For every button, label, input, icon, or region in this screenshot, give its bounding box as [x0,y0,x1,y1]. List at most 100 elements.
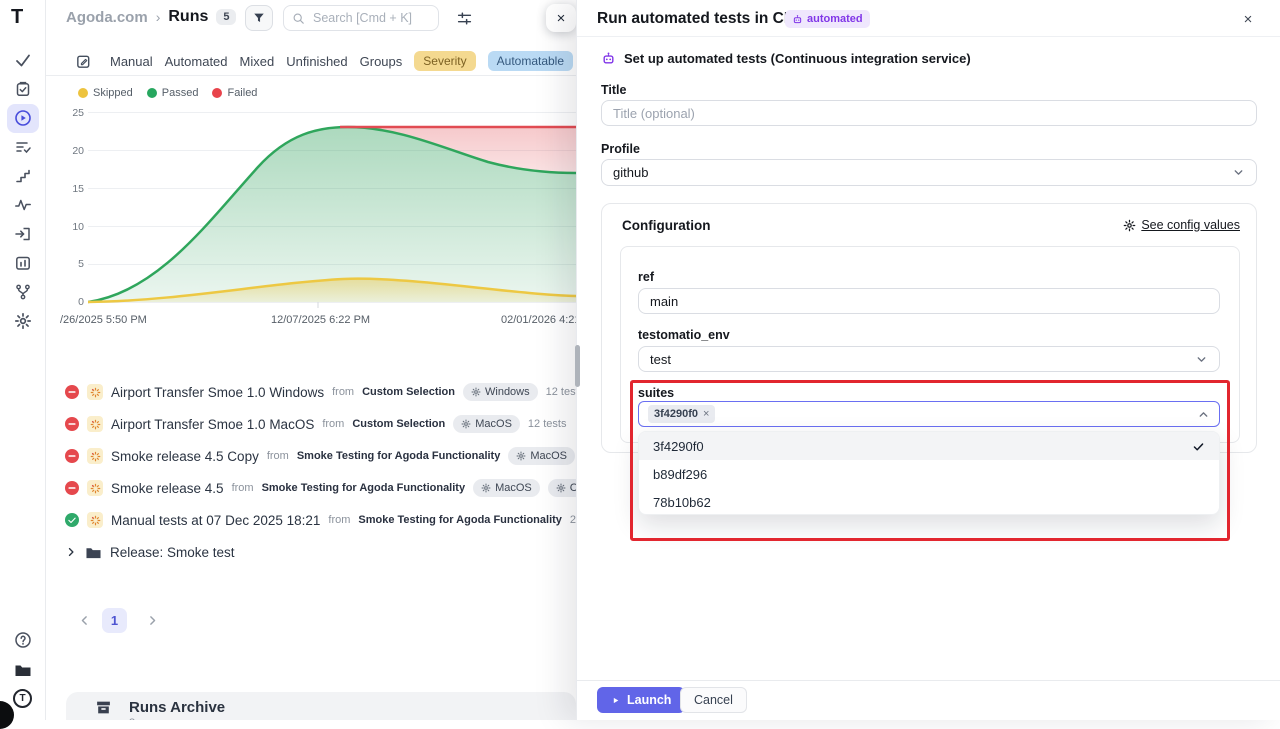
profile-select[interactable]: github [601,159,1257,186]
platform-badge: MacOS [473,479,540,497]
run-from-label: from [232,482,254,494]
see-config-values-link[interactable]: See config values [1123,218,1240,232]
y-tick-20: 20 [48,145,84,157]
content-scrollbar[interactable] [575,345,580,387]
archive-box-icon [95,699,112,716]
profile-value: github [613,165,648,180]
tests-icon[interactable] [14,51,32,69]
suites-field-label: suites [638,386,674,400]
platform-badge: Windows [463,383,538,401]
title-input[interactable] [601,100,1257,126]
y-tick-10: 10 [48,221,84,233]
tab-severity[interactable]: Severity [414,51,475,71]
suites-multiselect[interactable]: 3f4290f0 × [638,401,1220,427]
runs-archive-bar[interactable]: Runs Archive 8 runs [66,692,576,720]
page-title: Runs [168,8,208,26]
reports-icon[interactable] [14,254,32,272]
automation-robot-icon [792,14,803,25]
failed-status-icon [65,449,79,463]
run-title[interactable]: Airport Transfer Smoe 1.0 Windows [111,385,324,400]
automated-badge: automated [785,10,870,28]
edit-columns-icon[interactable] [75,53,92,70]
run-from-label: from [267,450,289,462]
projects-folder-icon[interactable] [14,661,32,679]
run-row[interactable]: Smoke release 4.5 from Smoke Testing for… [65,478,576,498]
env-field-label: testomatio_env [638,328,730,342]
tab-automatable[interactable]: Automatable [488,51,573,71]
run-source: Custom Selection [362,386,455,398]
settings-gear-icon[interactable] [14,312,32,330]
run-title[interactable]: Smoke release 4.5 Copy [111,449,259,464]
testomatio-badge-icon[interactable]: T [13,689,32,708]
legend-failed: Failed [227,87,257,99]
run-row[interactable]: Airport Transfer Smoe 1.0 MacOS from Cus… [65,414,566,434]
panel-close-button[interactable]: × [1237,8,1259,30]
breadcrumb-project[interactable]: Agoda.com [66,9,148,26]
breadcrumb: Agoda.com › Runs 5 [66,8,236,26]
legend-skipped: Skipped [93,87,133,99]
main-content: Agoda.com › Runs 5 Manual Automated Mixe… [46,0,576,720]
run-title[interactable]: Airport Transfer Smoe 1.0 MacOS [111,417,314,432]
tab-manual[interactable]: Manual [110,54,153,69]
configuration-title: Configuration [622,218,710,233]
run-row[interactable]: Manual tests at 07 Dec 2025 18:21 from S… [65,510,576,530]
tab-unfinished[interactable]: Unfinished [286,54,347,69]
overlay-close-button[interactable]: × [546,4,576,32]
chevron-up-icon[interactable] [1197,408,1210,421]
filter-button[interactable] [245,5,273,31]
archive-title: Runs Archive [129,699,225,716]
chart-legend: Skipped Passed Failed [78,87,257,99]
run-ci-panel: Run automated tests in CI automated × Se… [576,0,1280,720]
tab-mixed[interactable]: Mixed [240,54,275,69]
y-tick-15: 15 [48,183,84,195]
failed-dot [212,88,222,98]
accessibility-widget[interactable] [0,701,14,729]
dropdown-option[interactable]: 78b10b62 [639,488,1219,515]
run-title[interactable]: Smoke release 4.5 [111,481,224,496]
launch-button[interactable]: Launch [597,687,685,713]
cancel-button[interactable]: Cancel [680,687,747,713]
dropdown-option-selected[interactable]: 3f4290f0 [639,432,1219,460]
release-group-label[interactable]: Release: Smoke test [110,545,235,560]
test-queries-icon[interactable] [14,138,32,156]
tab-automated[interactable]: Automated [165,54,228,69]
env-select[interactable]: test [638,346,1220,372]
milestones-icon[interactable] [14,167,32,185]
run-tests-count: 12 tests [546,386,576,398]
title-field-label: Title [601,83,626,97]
dropdown-option[interactable]: b89df296 [639,460,1219,488]
runs-area-chart[interactable] [88,112,576,312]
next-page-button[interactable] [140,608,164,633]
search-input[interactable] [311,10,421,26]
ref-input[interactable] [638,288,1220,314]
chevron-down-icon [1195,353,1208,366]
failed-status-icon [65,417,79,431]
import-icon[interactable] [14,225,32,243]
page-number-button[interactable]: 1 [102,608,127,633]
run-title[interactable]: Manual tests at 07 Dec 2025 18:21 [111,513,320,528]
run-source: Smoke Testing for Agoda Functionality [358,514,562,526]
failed-status-icon [65,481,79,495]
test-plans-icon[interactable] [14,80,32,98]
remove-tag-icon[interactable]: × [703,408,709,420]
analytics-icon[interactable] [14,196,32,214]
run-row[interactable]: Smoke release 4.5 Copy from Smoke Testin… [65,446,576,466]
run-from-label: from [328,514,350,526]
app-logo[interactable]: T [11,6,22,29]
gear-icon [516,451,526,461]
automated-run-icon [87,384,103,400]
help-icon[interactable] [14,631,32,649]
runs-icon[interactable] [14,109,32,127]
platform-badge: MacOS [453,415,520,433]
legend-passed: Passed [162,87,199,99]
chevron-right-icon[interactable] [65,546,77,558]
y-tick-5: 5 [48,258,84,270]
filter-sliders-icon[interactable] [456,10,473,27]
branches-icon[interactable] [14,283,32,301]
run-row[interactable]: Airport Transfer Smoe 1.0 Windows from C… [65,382,576,402]
skipped-dot [78,88,88,98]
prev-page-button[interactable] [72,608,96,633]
tab-groups[interactable]: Groups [360,54,403,69]
gear-icon [481,483,491,493]
release-group-row[interactable]: Release: Smoke test [65,542,235,562]
